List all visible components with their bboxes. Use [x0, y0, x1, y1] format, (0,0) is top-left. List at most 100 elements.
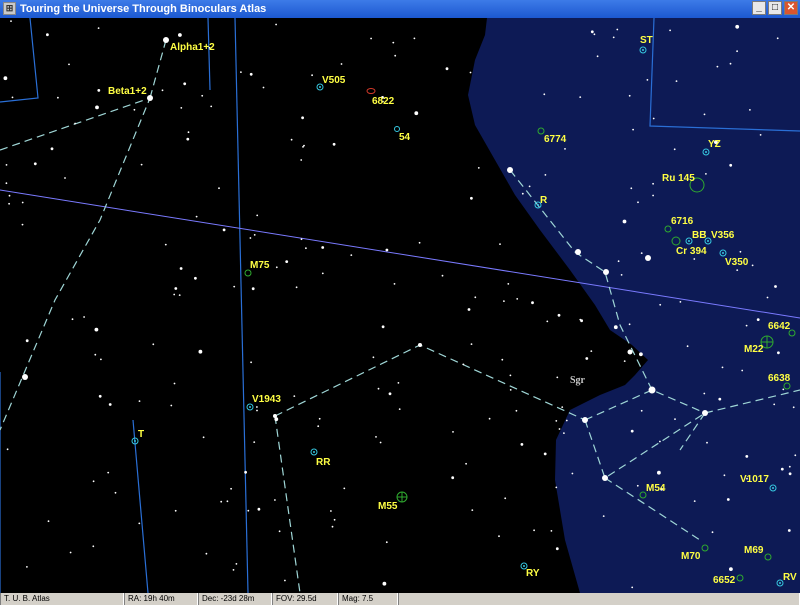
- faint-star: [774, 285, 777, 288]
- label-6638[interactable]: 6638: [768, 373, 791, 384]
- label-rv[interactable]: RV: [783, 572, 797, 583]
- minimize-button[interactable]: _: [752, 1, 766, 15]
- label-alpha[interactable]: Alpha1+2: [170, 42, 215, 53]
- faint-star: [133, 108, 136, 111]
- faint-star: [593, 33, 596, 36]
- faint-star: [152, 343, 155, 346]
- faint-star: [659, 303, 662, 306]
- faint-star: [499, 243, 501, 246]
- faint-star: [675, 80, 678, 82]
- faint-star: [25, 339, 29, 343]
- label-6822[interactable]: 6822: [372, 96, 395, 107]
- faint-star: [703, 392, 706, 395]
- faint-star: [174, 509, 177, 512]
- star-chart[interactable]: Alpha1+2 Beta1+2 V505 6822 54 ST 6774 YZ…: [0, 18, 800, 593]
- faint-star: [278, 530, 281, 533]
- label-t[interactable]: T: [138, 429, 144, 440]
- label-v356[interactable]: V356: [711, 230, 735, 241]
- status-ra: RA: 19h 40m: [124, 593, 198, 605]
- faint-star: [249, 72, 253, 76]
- faint-star: [759, 134, 762, 136]
- label-cr394[interactable]: Cr 394: [676, 246, 707, 257]
- faint-star: [97, 27, 100, 29]
- faint-star: [556, 376, 559, 379]
- faint-star: [452, 431, 454, 433]
- faint-star: [377, 387, 380, 390]
- faint-star: [729, 62, 732, 65]
- faint-star: [414, 111, 419, 116]
- faint-star: [745, 324, 748, 327]
- label-v505[interactable]: V505: [322, 75, 346, 86]
- faint-star: [693, 500, 696, 502]
- faint-star: [792, 406, 795, 409]
- app-icon[interactable]: ⊞: [3, 2, 16, 15]
- label-6716[interactable]: 6716: [671, 216, 694, 227]
- faint-star: [488, 417, 491, 420]
- faint-star: [657, 470, 661, 475]
- label-r[interactable]: R: [540, 195, 548, 206]
- faint-star: [92, 480, 95, 483]
- label-beta[interactable]: Beta1+2: [108, 86, 147, 97]
- label-6642[interactable]: 6642: [768, 321, 791, 332]
- faint-star: [706, 441, 708, 444]
- faint-star: [220, 500, 223, 503]
- faint-star: [515, 409, 518, 412]
- faint-star: [617, 260, 620, 263]
- faint-star: [729, 567, 733, 571]
- label-st[interactable]: ST: [640, 35, 653, 46]
- label-m22[interactable]: M22: [744, 344, 764, 355]
- faint-star: [138, 522, 141, 525]
- faint-star: [194, 276, 197, 280]
- label-m75[interactable]: M75: [250, 260, 270, 271]
- faint-star: [253, 441, 256, 443]
- label-v1943[interactable]: V1943: [252, 394, 281, 405]
- faint-star: [563, 432, 565, 434]
- faint-star: [138, 400, 141, 402]
- label-6652[interactable]: 6652: [713, 575, 736, 586]
- faint-star: [705, 173, 707, 175]
- faint-star: [686, 345, 689, 348]
- faint-star: [64, 177, 66, 179]
- faint-star: [249, 237, 252, 239]
- faint-star: [33, 162, 37, 166]
- faint-star: [381, 325, 385, 329]
- faint-star: [711, 531, 714, 534]
- faint-star: [340, 63, 343, 65]
- faint-star: [590, 30, 594, 34]
- label-6774[interactable]: 6774: [544, 134, 567, 145]
- label-54[interactable]: 54: [399, 132, 411, 143]
- faint-star: [226, 500, 229, 503]
- faint-star: [69, 551, 72, 554]
- close-button[interactable]: ✕: [784, 1, 798, 15]
- label-v350[interactable]: V350: [725, 257, 749, 268]
- faint-star: [250, 361, 253, 364]
- faint-star: [451, 476, 455, 480]
- label-m54[interactable]: M54: [646, 483, 666, 494]
- status-dec: Dec: -23d 28m: [198, 593, 272, 605]
- faint-star: [751, 264, 754, 267]
- faint-star: [521, 192, 524, 195]
- maximize-button[interactable]: □: [768, 1, 782, 15]
- label-v1017[interactable]: V1017: [740, 474, 769, 485]
- label-bb[interactable]: BB: [692, 230, 706, 241]
- label-m69[interactable]: M69: [744, 545, 764, 556]
- faint-star: [350, 254, 353, 256]
- faint-star: [418, 241, 421, 244]
- title-bar[interactable]: ⊞ Touring the Universe Through Binocular…: [0, 0, 800, 18]
- faint-star: [564, 148, 566, 150]
- faint-star: [504, 497, 507, 500]
- faint-star: [398, 408, 401, 410]
- label-rr[interactable]: RR: [316, 457, 331, 468]
- label-m55[interactable]: M55: [378, 501, 398, 512]
- label-ry[interactable]: RY: [526, 568, 540, 579]
- label-m70[interactable]: M70: [681, 551, 701, 562]
- label-yz[interactable]: YZ: [708, 139, 721, 150]
- faint-star: [305, 247, 307, 250]
- label-ru145[interactable]: Ru 145: [662, 173, 695, 184]
- faint-star: [275, 23, 277, 26]
- faint-star: [652, 117, 655, 120]
- faint-star: [274, 499, 276, 501]
- faint-star: [590, 350, 593, 352]
- faint-star: [516, 298, 519, 300]
- faint-star: [114, 491, 117, 494]
